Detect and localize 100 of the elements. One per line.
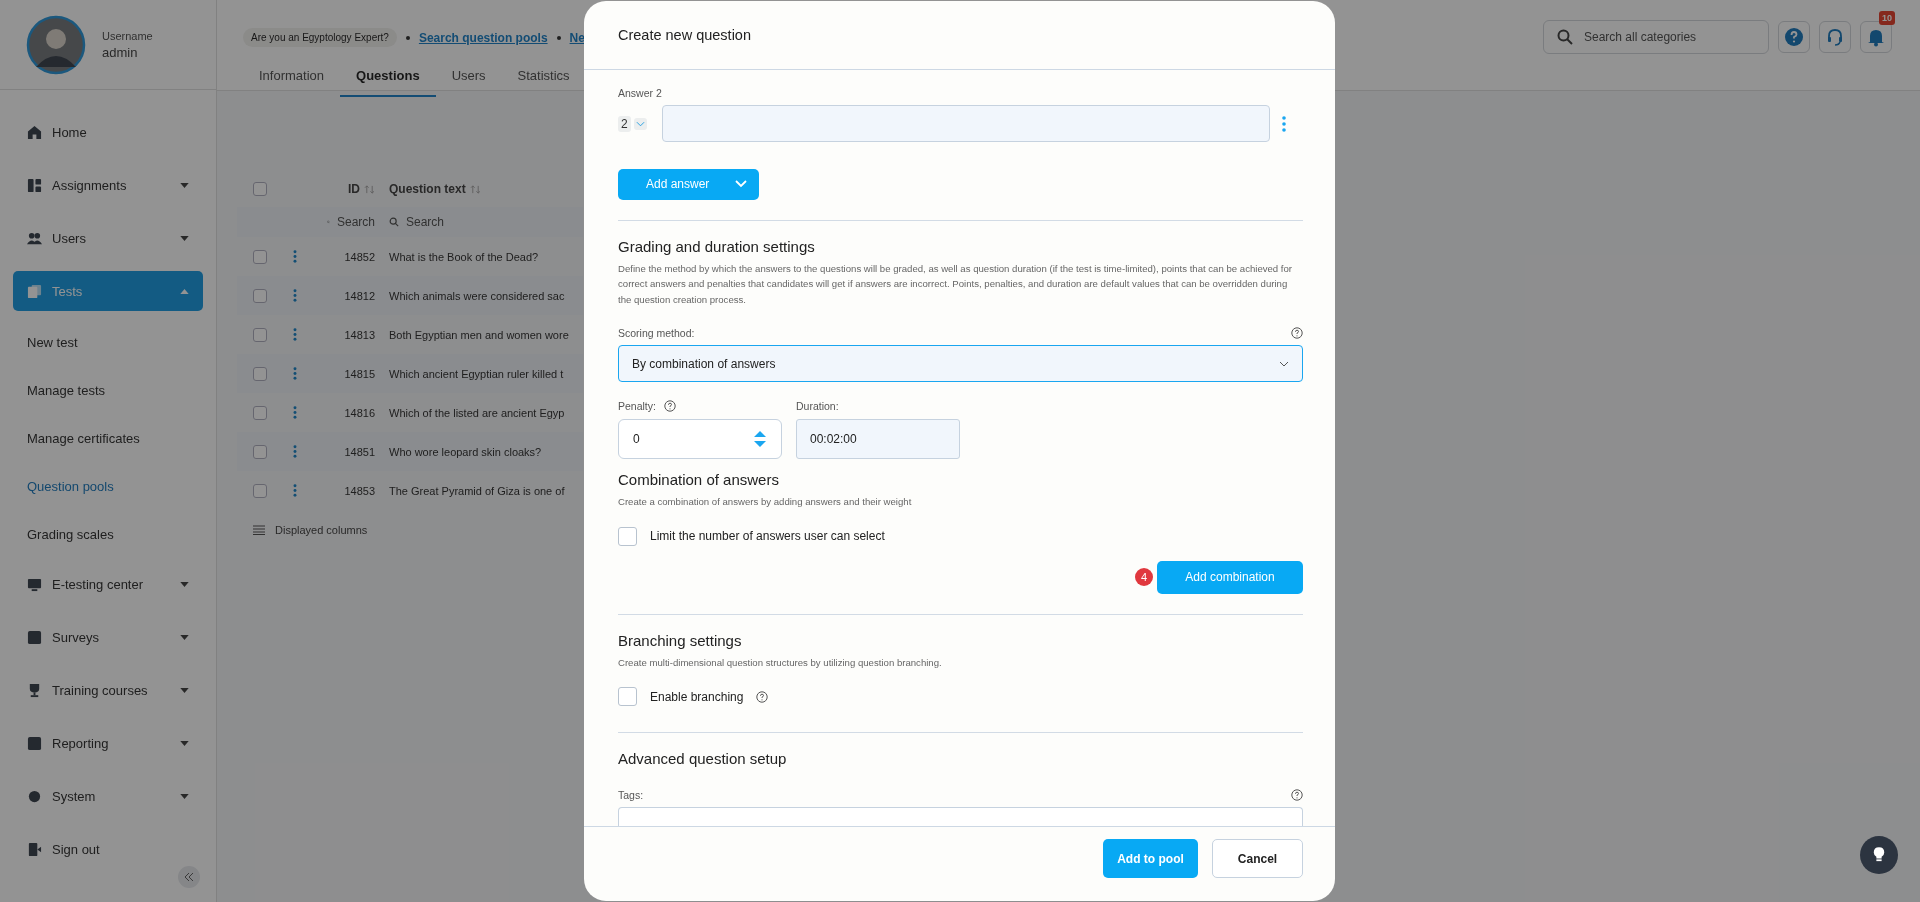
help-icon[interactable] <box>1291 327 1303 340</box>
answer-field[interactable] <box>662 105 1270 142</box>
tab[interactable]: Questions <box>340 59 436 97</box>
help-button[interactable] <box>1778 21 1810 53</box>
tips-button[interactable] <box>1860 836 1898 874</box>
more-icon[interactable] <box>293 250 297 263</box>
more-icon[interactable] <box>293 445 297 458</box>
checkbox[interactable] <box>253 444 267 459</box>
table-cell-text: What is the Book of the Dead? <box>388 250 540 263</box>
chevron-down-icon <box>735 180 747 189</box>
sidebar-icon <box>27 788 42 804</box>
sort-icon[interactable] <box>469 184 481 194</box>
notifications-button[interactable] <box>1860 21 1892 53</box>
sidebar-item[interactable]: Assignments <box>13 165 203 205</box>
checkbox[interactable] <box>253 405 267 420</box>
penalty-field[interactable]: 0 <box>618 419 782 460</box>
table-cell-text: 14812 <box>343 289 375 302</box>
more-icon[interactable] <box>293 367 297 380</box>
filter-field[interactable]: Search <box>315 215 375 229</box>
sidebar-subitem[interactable]: New test <box>13 318 203 366</box>
sidebar-icon <box>27 629 42 645</box>
field-label: Answer 2 <box>618 87 662 99</box>
tab[interactable]: Information <box>243 59 341 97</box>
sidebar-item[interactable]: System <box>13 776 203 816</box>
help-icon[interactable] <box>663 399 676 412</box>
column-header[interactable]: Question text <box>389 182 466 196</box>
duration-field[interactable]: 00:02:00 <box>796 419 960 460</box>
sidebar-icon <box>27 576 42 592</box>
table-cell-text: 14815 <box>343 367 375 380</box>
checkbox[interactable] <box>618 526 637 546</box>
help-icon[interactable] <box>756 690 769 703</box>
checkbox[interactable] <box>253 182 267 196</box>
username: admin <box>102 44 139 60</box>
section-heading: Combination of answers <box>618 471 779 489</box>
checkbox-label: Enable branching <box>650 689 744 704</box>
column-header[interactable]: ID <box>348 182 360 196</box>
cancel-button[interactable]: Cancel <box>1212 839 1303 878</box>
sidebar-subitem[interactable]: Grading scales <box>13 510 203 558</box>
sidebar-item[interactable]: Training courses <box>13 670 203 710</box>
more-icon[interactable] <box>1282 115 1286 132</box>
scoring-method-select[interactable]: By combination of answers <box>618 345 1303 383</box>
table-cell-text: 14816 <box>343 406 375 419</box>
filter-field[interactable]: Search <box>375 215 583 229</box>
sidebar-icon <box>27 682 42 698</box>
table-cell-text: 14852 <box>343 250 375 263</box>
answer-number-select[interactable]: 2 <box>618 115 662 132</box>
collapse-button[interactable] <box>178 866 200 888</box>
checkbox[interactable] <box>618 687 637 707</box>
more-icon[interactable] <box>293 406 297 419</box>
tab[interactable]: Users <box>435 59 502 97</box>
sidebar-subitem[interactable]: Manage certificates <box>13 414 203 462</box>
sidebar-icon <box>27 283 42 299</box>
sidebar-subitem[interactable]: Question pools <box>13 462 203 510</box>
table-cell-text: Which of the listed are ancient Egyp <box>388 406 566 419</box>
checkbox[interactable] <box>253 327 267 342</box>
search-field[interactable]: Search all categories <box>1543 20 1769 54</box>
help-icon[interactable] <box>1291 789 1303 802</box>
username-label: Username <box>102 29 153 42</box>
separator-dot <box>405 35 410 40</box>
sidebar-item[interactable]: Home <box>13 112 203 152</box>
section-heading: Branching settings <box>618 631 742 649</box>
sidebar-item[interactable]: Users <box>13 218 203 258</box>
section-description: Create multi-dimensional question structures by utilizing question branching. <box>618 655 942 670</box>
table-cell-text: Which ancient Egyptian ruler killed t <box>388 367 565 380</box>
more-icon[interactable] <box>293 484 297 497</box>
dialog-title: Create new question <box>618 27 751 43</box>
tags-field[interactable] <box>618 807 1303 826</box>
stepper-arrows-icon[interactable] <box>753 430 767 449</box>
section-heading: Grading and duration settings <box>618 237 815 255</box>
sidebar-subitem[interactable]: Manage tests <box>13 366 203 414</box>
section-description: Create a combination of answers by adding answers and their weight <box>618 495 912 510</box>
chevron-down-icon <box>1279 360 1289 367</box>
more-icon[interactable] <box>293 289 297 302</box>
sidebar-icon <box>27 230 42 246</box>
sidebar-item[interactable]: Sign out <box>13 829 203 869</box>
double-chevron-icon <box>183 872 195 882</box>
checkbox[interactable] <box>253 288 267 303</box>
chevron-down-icon <box>635 120 645 127</box>
sidebar-icon <box>27 177 42 193</box>
checkbox[interactable] <box>253 366 267 381</box>
table-cell-text: 14813 <box>343 328 375 341</box>
help-icon <box>1784 27 1804 47</box>
sidebar-item[interactable]: Reporting <box>13 723 203 763</box>
sidebar-icon <box>27 735 42 751</box>
checkbox[interactable] <box>253 483 267 498</box>
displayed-columns-button[interactable]: Displayed columns <box>237 524 583 536</box>
sidebar-icon <box>27 841 42 857</box>
sort-icon[interactable] <box>364 184 375 194</box>
breadcrumb-link[interactable]: Search question pools <box>418 30 548 45</box>
separator-dot <box>556 35 561 40</box>
checkbox[interactable] <box>253 249 267 264</box>
sidebar-icon <box>27 124 42 140</box>
table-cell-text: Both Egyptian men and women wore <box>388 328 570 341</box>
breadcrumb-link[interactable]: Ne <box>569 30 585 45</box>
support-button[interactable] <box>1819 21 1851 53</box>
more-icon[interactable] <box>293 328 297 341</box>
field-label: Tags: <box>618 789 644 802</box>
tab[interactable]: Statistics <box>501 59 586 97</box>
sidebar-item[interactable]: E-testing center <box>13 564 203 604</box>
sidebar-item[interactable]: Surveys <box>13 617 203 657</box>
